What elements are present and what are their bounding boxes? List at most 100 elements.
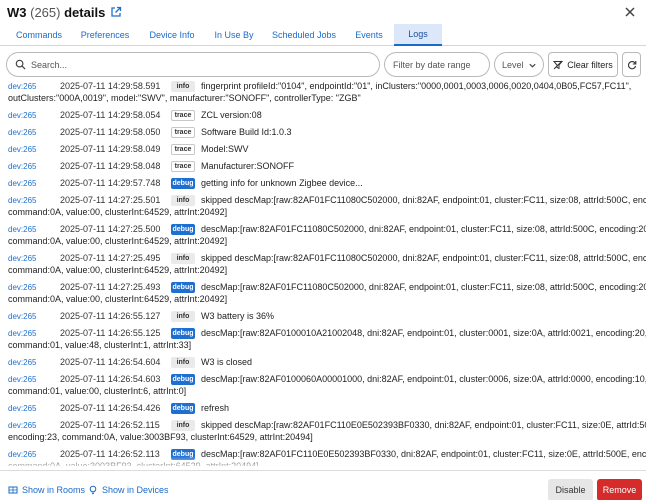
log-message: ZCL version:08 bbox=[201, 110, 262, 120]
log-message: encoding:23, command:0A, value:3003BF93,… bbox=[8, 432, 313, 442]
dialog-footer: Show in Rooms Show in Devices Disable Re… bbox=[0, 470, 646, 500]
device-name: W3 bbox=[7, 4, 27, 20]
filter-off-icon bbox=[553, 60, 564, 69]
log-timestamp: 2025-07-11 14:27:25.501 bbox=[60, 195, 161, 205]
tab-commands[interactable]: Commands bbox=[8, 24, 70, 46]
log-timestamp: 2025-07-11 14:29:58.591 bbox=[60, 81, 161, 91]
close-icon[interactable] bbox=[624, 6, 636, 18]
log-device-link[interactable]: dev:265 bbox=[8, 329, 36, 338]
log-message: descMap:[raw:82AF01FC11080C502000, dni:8… bbox=[201, 282, 646, 292]
log-message: command:01, value:00, clusterInt:6, attr… bbox=[8, 386, 187, 396]
log-device-link[interactable]: dev:265 bbox=[8, 358, 36, 367]
show-in-devices-link[interactable]: Show in Devices bbox=[88, 485, 169, 495]
log-message: refresh bbox=[201, 403, 230, 413]
search-icon bbox=[15, 59, 26, 70]
log-timestamp: 2025-07-11 14:27:25.493 bbox=[60, 282, 161, 292]
log-message: skipped descMap:[raw:82AF01FC110E0E50239… bbox=[201, 420, 646, 430]
title-suffix: details bbox=[64, 4, 106, 20]
log-device-link[interactable]: dev:265 bbox=[8, 145, 36, 154]
log-level-badge: debug bbox=[171, 282, 195, 293]
remove-button[interactable]: Remove bbox=[597, 479, 642, 500]
dialog-title: W3 (265) details bbox=[7, 5, 105, 20]
log-message: descMap:[raw:82AF01FC11080C502000, dni:8… bbox=[201, 224, 646, 234]
log-timestamp: 2025-07-11 14:26:55.125 bbox=[60, 328, 161, 338]
log-level-badge: info bbox=[171, 253, 195, 264]
tab-preferences[interactable]: Preferences bbox=[76, 24, 134, 46]
log-device-link[interactable]: dev:265 bbox=[8, 375, 36, 384]
log-level-badge: info bbox=[171, 81, 195, 92]
log-device-link[interactable]: dev:265 bbox=[8, 283, 36, 292]
log-device-link[interactable]: dev:265 bbox=[8, 421, 36, 430]
device-id: (265) bbox=[30, 4, 61, 20]
search-input[interactable] bbox=[31, 59, 361, 70]
log-message: descMap:[raw:82AF0100010A21002048, dni:8… bbox=[201, 328, 646, 338]
log-message: W3 is closed bbox=[201, 357, 253, 367]
tab-bar: Commands Preferences Device Info In Use … bbox=[0, 24, 646, 46]
tab-logs[interactable]: Logs bbox=[394, 24, 442, 46]
log-message: command:01, value:48, clusterInt:1, attr… bbox=[8, 340, 192, 350]
log-device-link[interactable]: dev:265 bbox=[8, 179, 36, 188]
log-list: dev:265 2025-07-11 14:29:58.591 info finger… bbox=[0, 80, 646, 466]
log-message: fingerprint profileId:"0104", endpointId… bbox=[201, 81, 632, 91]
bulb-icon bbox=[89, 485, 97, 495]
log-device-link[interactable]: dev:265 bbox=[8, 196, 36, 205]
log-timestamp: 2025-07-11 14:26:55.127 bbox=[60, 311, 161, 321]
log-level-badge: trace bbox=[171, 144, 195, 155]
log-level-badge: debug bbox=[171, 403, 195, 414]
log-device-link[interactable]: dev:265 bbox=[8, 254, 36, 263]
log-device-link[interactable]: dev:265 bbox=[8, 312, 36, 321]
disable-button[interactable]: Disable bbox=[548, 479, 593, 500]
log-message: Software Build Id:1.0.3 bbox=[201, 127, 292, 137]
date-range-box bbox=[384, 52, 490, 77]
log-level-badge: info bbox=[171, 357, 195, 368]
log-timestamp: 2025-07-11 14:26:52.115 bbox=[60, 420, 160, 430]
rooms-icon bbox=[8, 486, 18, 494]
log-timestamp: 2025-07-11 14:29:58.050 bbox=[60, 127, 161, 137]
log-level-badge: trace bbox=[171, 110, 195, 121]
show-in-rooms-label: Show in Rooms bbox=[22, 485, 86, 495]
date-range-input[interactable] bbox=[393, 59, 483, 70]
show-in-rooms-link[interactable]: Show in Rooms bbox=[8, 485, 85, 495]
clear-filters-label: Clear filters bbox=[567, 59, 613, 70]
log-message: command:0A, value:00, clusterInt:64529, … bbox=[8, 236, 228, 246]
list-fade bbox=[0, 456, 646, 470]
log-device-link[interactable]: dev:265 bbox=[8, 128, 36, 137]
log-device-link[interactable]: dev:265 bbox=[8, 225, 36, 234]
open-external-icon[interactable] bbox=[110, 6, 122, 18]
log-message: descMap:[raw:82AF0100060A00001000, dni:8… bbox=[201, 374, 646, 384]
log-level-badge: info bbox=[171, 420, 195, 431]
refresh-button[interactable] bbox=[622, 52, 641, 77]
log-message: getting info for unknown Zigbee device..… bbox=[201, 178, 363, 188]
log-device-link[interactable]: dev:265 bbox=[8, 111, 36, 120]
search-box bbox=[6, 52, 380, 77]
log-level-badge: trace bbox=[171, 161, 195, 172]
log-message: skipped descMap:[raw:82AF01FC11080C50200… bbox=[201, 253, 646, 263]
log-level-badge: info bbox=[171, 195, 195, 206]
log-timestamp: 2025-07-11 14:27:25.495 bbox=[60, 253, 161, 263]
log-timestamp: 2025-07-11 14:26:54.604 bbox=[60, 357, 161, 367]
clear-filters-button[interactable]: Clear filters bbox=[548, 52, 618, 77]
log-message: outClusters:"000A,0019", model:"SWV", ma… bbox=[8, 93, 361, 103]
log-timestamp: 2025-07-11 14:29:58.048 bbox=[60, 161, 161, 171]
chevron-down-icon bbox=[529, 63, 536, 68]
tab-in-use-by[interactable]: In Use By bbox=[208, 24, 260, 46]
log-timestamp: 2025-07-11 14:26:54.426 bbox=[60, 403, 161, 413]
log-level-badge: debug bbox=[171, 328, 195, 339]
tab-scheduled-jobs[interactable]: Scheduled Jobs bbox=[268, 24, 340, 46]
log-message: command:0A, value:00, clusterInt:64529, … bbox=[8, 294, 228, 304]
tab-events[interactable]: Events bbox=[348, 24, 390, 46]
log-timestamp: 2025-07-11 14:26:54.603 bbox=[60, 374, 161, 384]
log-device-link[interactable]: dev:265 bbox=[8, 162, 36, 171]
log-level-badge: trace bbox=[171, 127, 195, 138]
log-timestamp: 2025-07-11 14:29:57.748 bbox=[60, 178, 161, 188]
refresh-icon bbox=[627, 60, 636, 69]
log-level-badge: debug bbox=[171, 374, 195, 385]
tab-device-info[interactable]: Device Info bbox=[143, 24, 201, 46]
log-message: Model:SWV bbox=[201, 144, 249, 154]
log-device-link[interactable]: dev:265 bbox=[8, 404, 36, 413]
level-select-value: Level bbox=[502, 59, 524, 70]
level-select[interactable]: Level bbox=[494, 52, 544, 77]
log-message: Manufacturer:SONOFF bbox=[201, 161, 295, 171]
dialog-header: W3 (265) details bbox=[0, 0, 646, 24]
log-device-link[interactable]: dev:265 bbox=[8, 82, 36, 91]
